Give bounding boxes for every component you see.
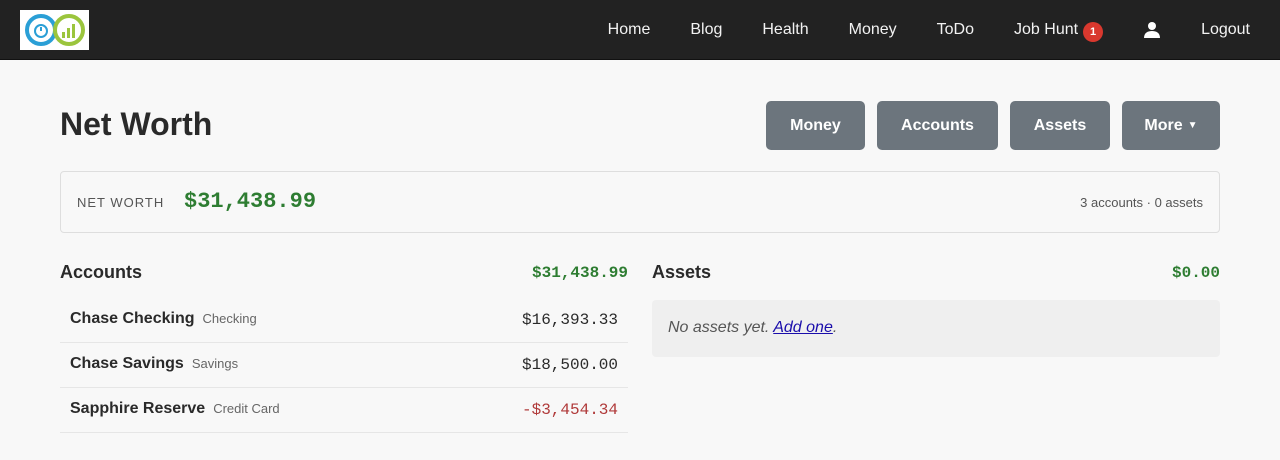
add-asset-link[interactable]: Add one [773,319,833,336]
accounts-section: Accounts $31,438.99 Chase Checking Checki… [60,262,628,433]
nav-job-hunt[interactable]: Job Hunt 1 [1014,20,1104,42]
account-type: Savings [191,356,239,371]
nav-job-hunt-label: Job Hunt [1014,21,1079,38]
account-type: Checking [202,311,257,326]
nav-blog-label: Blog [690,21,723,38]
accounts-header: Accounts $31,438.99 [60,262,628,284]
account-row[interactable]: Sapphire Reserve Credit Card -$3,454.34 [60,388,628,433]
nav-logout-label: Logout [1201,21,1250,38]
accounts-button[interactable]: Accounts [877,101,998,150]
assets-header: Assets $0.00 [652,262,1220,284]
nav-todo-label: ToDo [936,21,975,38]
net-worth-label: NET WORTH [77,195,165,210]
page-title: Net Worth [60,106,213,142]
nav-blog[interactable]: Blog [690,21,722,39]
notification-badge: 1 [1083,22,1104,42]
nav-health[interactable]: Health [762,21,808,39]
nav-home[interactable]: Home [608,21,651,39]
account-name: Sapphire Reserve [70,400,206,417]
logo-icon [24,14,85,46]
nav-logout[interactable]: Logout [1201,21,1250,39]
app-logo[interactable] [20,10,89,50]
caret-down-icon: ▼ [1187,120,1198,131]
accounts-list: Chase Checking Checking $16,393.33 Chase … [60,298,628,433]
main-nav: Home Blog Health Money ToDo Job Hunt 1 L… [568,0,1250,60]
net-worth-value: $31,438.99 [184,189,317,214]
assets-empty-state: No assets yet. Add one. [652,300,1220,357]
account-amount: $18,500.00 [521,356,618,374]
account-type: Credit Card [213,401,280,416]
account-name: Chase Checking [70,310,195,327]
accounts-button-label: Accounts [901,116,974,134]
accounts-title: Accounts [60,262,143,282]
assets-section: Assets $0.00 No assets yet. Add one. [652,262,1220,357]
nav-money[interactable]: Money [849,21,897,39]
account-name: Chase Savings [70,355,184,372]
assets-button-label: Assets [1033,116,1087,134]
account-amount: -$3,454.34 [521,401,618,419]
account-name-group: Chase Checking Checking [70,310,257,328]
nav-profile[interactable] [1143,21,1161,39]
more-dropdown-button[interactable]: More ▼ [1122,101,1220,150]
nav-home-label: Home [607,21,651,38]
nav-health-label: Health [762,21,809,38]
empty-state-text: No assets yet. [668,319,774,336]
summary-counts: 3 accounts · 0 assets [1080,195,1203,210]
assets-title: Assets [652,262,712,282]
nav-money-label: Money [848,21,897,38]
money-button[interactable]: Money [766,101,865,150]
header-button-group: Money Accounts Assets More ▼ [754,101,1220,150]
accounts-total: $31,438.99 [531,264,628,282]
more-button-label: More [1144,116,1183,134]
money-button-label: Money [790,116,841,134]
account-amount: $16,393.33 [521,311,618,329]
account-row[interactable]: Chase Checking Checking $16,393.33 [60,298,628,343]
top-navbar: Home Blog Health Money ToDo Job Hunt 1 L… [0,0,1280,60]
assets-button[interactable]: Assets [1010,101,1110,150]
empty-state-suffix: . [832,319,838,336]
user-icon [1144,22,1161,38]
account-name-group: Chase Savings Savings [70,355,238,373]
account-name-group: Sapphire Reserve Credit Card [70,400,280,418]
net-worth-summary: NET WORTH $31,438.99 3 accounts · 0 asse… [60,171,1220,233]
nav-todo[interactable]: ToDo [937,21,974,39]
account-row[interactable]: Chase Savings Savings $18,500.00 [60,343,628,388]
assets-total: $0.00 [1171,264,1220,282]
